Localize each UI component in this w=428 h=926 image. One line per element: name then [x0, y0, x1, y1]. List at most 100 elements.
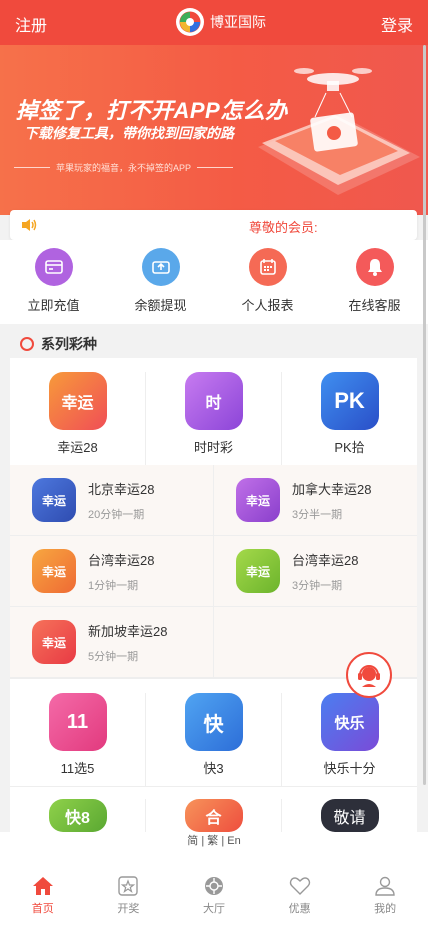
icon-glyph: 合 — [205, 809, 222, 827]
lottery-singapore-28[interactable]: 幸运 新加坡幸运28 5分钟一期 — [10, 607, 214, 677]
lottery-period: 5分钟一期 — [88, 650, 139, 663]
lottery-liuhecai[interactable]: 合 — [146, 799, 282, 832]
lottery-name: PK拾 — [334, 440, 365, 455]
kl10-icon: 快乐 — [320, 693, 379, 751]
divider — [14, 167, 50, 168]
lucky28-icon: 幸运 — [32, 549, 76, 593]
tab-hall[interactable]: 大厅 — [171, 852, 257, 926]
brand-title: 博亚国际 — [210, 14, 266, 30]
icon-glyph: 幸运 — [41, 564, 66, 579]
lottery-shishicai[interactable]: 时 时时彩 — [146, 372, 282, 465]
withdraw-button[interactable]: 余额提现 — [107, 240, 214, 324]
coming-soon-icon: 敬请 — [320, 799, 379, 832]
brand: 博亚国际 — [176, 8, 266, 36]
lottery-name: 11选5 — [60, 761, 95, 776]
icon-glyph: PK — [334, 388, 365, 413]
lottery-name: 时时彩 — [193, 440, 233, 455]
icon-glyph: 幸运 — [41, 493, 66, 508]
tab-label: 开奖 — [117, 903, 140, 915]
hall-icon — [204, 877, 223, 895]
lottery-name: 台湾幸运28 — [88, 552, 155, 568]
icon-glyph: 11 — [66, 710, 89, 733]
lottery-period: 1分钟一期 — [88, 579, 139, 592]
headset-icon — [358, 665, 380, 687]
divider — [197, 167, 234, 168]
lottery-period: 20分钟一期 — [88, 508, 145, 521]
tab-profile[interactable]: 我的 — [342, 852, 428, 926]
icon-glyph: 幸运 — [245, 493, 270, 508]
lottery-kl10[interactable]: 快乐 快乐十分 — [282, 693, 417, 786]
lottery-coming-soon[interactable]: 敬请 — [282, 799, 417, 832]
tab-promotions[interactable]: 优惠 — [257, 852, 343, 926]
notice-bar[interactable]: 尊敬的会员: — [10, 210, 417, 240]
lottery-name: 幸运28 — [57, 440, 98, 455]
lottery-k3[interactable]: 快 快3 — [146, 693, 282, 786]
lucky28-icon: 幸运 — [236, 549, 280, 593]
withdraw-icon — [141, 248, 180, 286]
withdraw-label: 余额提现 — [134, 298, 187, 313]
report-icon — [248, 248, 287, 286]
notice-text: 尊敬的会员: — [249, 220, 318, 235]
list-row: 幸运 台湾幸运28 1分钟一期 幸运 台湾幸运28 3分钟一期 — [10, 536, 417, 607]
recharge-icon — [34, 248, 73, 286]
brand-logo-icon — [176, 8, 204, 36]
tab-label: 首页 — [31, 903, 54, 915]
lottery-grid-partial: 快8 合 敬请 — [10, 786, 417, 832]
section-title: 系列彩种 — [41, 336, 97, 352]
lucky28-icon: 幸运 — [48, 372, 107, 430]
bell-icon — [355, 248, 394, 286]
register-link[interactable]: 注册 — [15, 12, 47, 36]
section-header: 系列彩种 — [0, 330, 428, 358]
kuai8-icon: 快8 — [48, 799, 107, 832]
language-switcher[interactable]: 简 | 繁 | En — [0, 832, 428, 852]
banner-subline: 下载修复工具，带你找到回家的路 — [24, 125, 234, 141]
tab-label: 我的 — [374, 903, 397, 915]
report-label: 个人报表 — [241, 298, 294, 313]
icon-glyph: 时 — [205, 395, 222, 412]
recharge-label: 立即充值 — [27, 298, 80, 313]
shishicai-icon: 时 — [184, 372, 243, 430]
service-button[interactable]: 在线客服 — [321, 240, 428, 324]
lottery-xingyun28[interactable]: 幸运 幸运28 — [10, 372, 146, 465]
lottery-period: 3分钟一期 — [292, 579, 343, 592]
11x5-icon: 11 — [48, 693, 107, 751]
lottery-name: 快3 — [203, 761, 224, 776]
lottery-taiwan-28-1min[interactable]: 幸运 台湾幸运28 1分钟一期 — [10, 536, 214, 606]
lottery-pk10[interactable]: PK PK拾 — [282, 372, 417, 465]
service-label: 在线客服 — [348, 298, 401, 313]
scrollbar[interactable] — [423, 45, 426, 785]
top-header: 注册 博亚国际 登录 — [0, 0, 428, 45]
icon-glyph: 敬请 — [333, 809, 366, 827]
customer-service-float-button[interactable] — [346, 652, 392, 698]
list-row: 幸运 北京幸运28 20分钟一期 幸运 加拿大幸运28 3分半一期 — [10, 465, 417, 536]
lottery-name: 北京幸运28 — [88, 481, 155, 497]
tab-results[interactable]: 开奖 — [86, 852, 172, 926]
banner-headline: 掉签了，打不开APP怎么办 — [16, 98, 288, 123]
tab-home[interactable]: 首页 — [0, 852, 86, 926]
star-icon — [118, 876, 139, 896]
lottery-beijing-28[interactable]: 幸运 北京幸运28 20分钟一期 — [10, 465, 214, 535]
lottery-name: 新加坡幸运28 — [88, 623, 168, 639]
icon-glyph: 幸运 — [61, 395, 94, 412]
icon-glyph: 幸运 — [245, 564, 270, 579]
report-button[interactable]: 个人报表 — [214, 240, 321, 324]
circle-icon — [20, 337, 34, 351]
lottery-11x5[interactable]: 11 11选5 — [10, 693, 146, 786]
lottery-kuai8[interactable]: 快8 — [10, 799, 146, 832]
lottery-canada-28[interactable]: 幸运 加拿大幸运28 3分半一期 — [214, 465, 417, 535]
home-icon — [32, 877, 53, 895]
dice-icon: 快 — [184, 693, 243, 751]
quick-actions: 立即充值 余额提现 个人报表 在线客服 — [0, 240, 428, 324]
lottery-taiwan-28-3min[interactable]: 幸运 台湾幸运28 3分钟一期 — [214, 536, 417, 606]
tab-label: 优惠 — [288, 903, 311, 915]
promo-banner[interactable]: 掉签了，打不开APP怎么办 下载修复工具，带你找到回家的路 苹果玩家的福音，永不… — [0, 45, 428, 215]
speaker-icon — [20, 217, 38, 238]
bottom-tab-bar: 首页 开奖 大厅 优惠 我的 — [0, 852, 428, 926]
recharge-button[interactable]: 立即充值 — [0, 240, 107, 324]
icon-glyph: 快乐 — [334, 714, 365, 732]
user-icon — [375, 876, 395, 896]
icon-glyph: 快 — [203, 713, 224, 736]
login-link[interactable]: 登录 — [381, 12, 413, 36]
lottery-period: 3分半一期 — [292, 508, 343, 521]
banner-tagline-row: 苹果玩家的福音，永不掉签的APP — [14, 161, 234, 174]
